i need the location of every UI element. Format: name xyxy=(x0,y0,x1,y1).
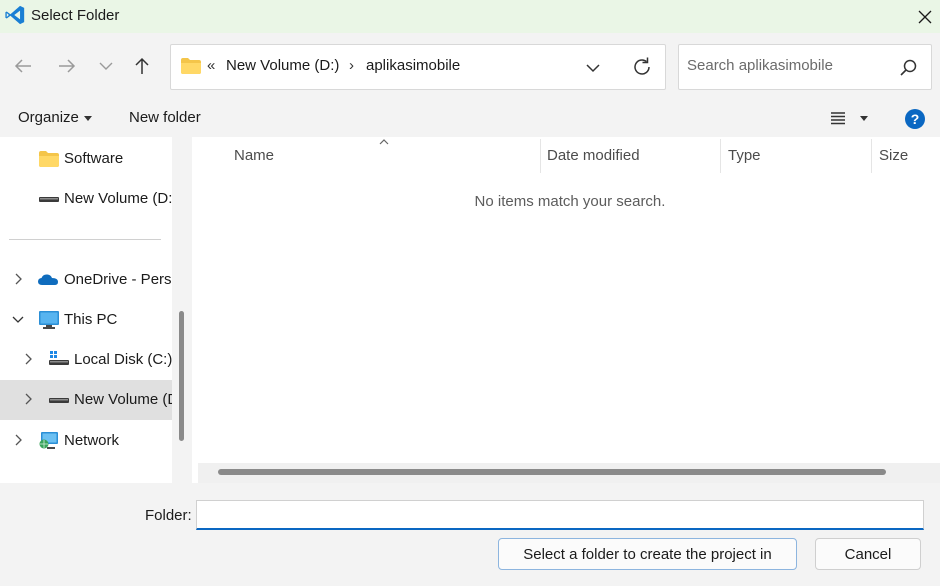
scrollbar-thumb[interactable] xyxy=(218,469,886,475)
breadcrumb-drive[interactable]: New Volume (D:) xyxy=(226,57,339,74)
refresh-icon xyxy=(634,57,650,75)
help-button[interactable]: ? xyxy=(905,109,925,129)
refresh-button[interactable] xyxy=(630,55,654,79)
system-drive-icon xyxy=(49,351,69,365)
sort-ascending-icon xyxy=(379,139,389,145)
nav-pane-scrollbar[interactable] xyxy=(172,137,192,483)
search-icon[interactable] xyxy=(897,57,919,79)
pc-icon xyxy=(39,311,59,329)
view-list-icon[interactable] xyxy=(830,111,846,125)
file-list: Name Date modified Type Size No items ma… xyxy=(192,137,940,483)
nav-item-label: New Volume (D: xyxy=(64,190,172,207)
nav-item-label: Software xyxy=(64,150,124,167)
new-folder-button[interactable]: New folder xyxy=(129,109,201,126)
address-bar[interactable]: « New Volume (D:) › aplikasimobile xyxy=(170,44,666,90)
title-bar: Select Folder xyxy=(0,0,940,33)
nav-item-network[interactable]: Network xyxy=(0,421,172,461)
scrollbar-thumb[interactable] xyxy=(179,311,184,441)
nav-item-new-volume-quick[interactable]: New Volume (D: xyxy=(0,179,172,219)
chevron-right-icon[interactable] xyxy=(12,273,24,285)
column-header-type[interactable]: Type xyxy=(728,147,761,164)
navigation-pane: Software New Volume (D: OneDrive - Perso… xyxy=(0,137,172,483)
empty-message: No items match your search. xyxy=(474,193,666,210)
column-divider[interactable] xyxy=(720,139,721,173)
drive-icon xyxy=(39,197,59,202)
close-icon xyxy=(918,10,932,23)
recent-locations-button[interactable] xyxy=(91,51,121,81)
vscode-icon xyxy=(5,5,25,25)
caret-down-icon xyxy=(84,116,92,121)
folder-icon xyxy=(181,58,201,74)
nav-item-new-volume-d[interactable]: New Volume (D xyxy=(0,380,172,420)
nav-item-label: New Volume (D xyxy=(74,391,172,408)
back-button[interactable] xyxy=(8,51,38,81)
close-button[interactable] xyxy=(910,0,940,33)
column-header-size[interactable]: Size xyxy=(879,147,908,164)
arrow-right-icon xyxy=(59,59,76,73)
onedrive-icon xyxy=(38,274,58,285)
folder-label: Folder: xyxy=(145,507,192,524)
window-title: Select Folder xyxy=(31,7,120,24)
folder-icon xyxy=(39,151,59,167)
select-folder-button[interactable]: Select a folder to create the project in xyxy=(498,538,797,570)
overflow-chevrons[interactable]: « xyxy=(207,57,215,74)
nav-item-label: Network xyxy=(64,432,120,449)
nav-item-this-pc[interactable]: This PC xyxy=(0,300,172,340)
nav-item-label: OneDrive - Perso xyxy=(64,271,172,288)
folder-input[interactable] xyxy=(196,500,924,530)
up-button[interactable] xyxy=(127,51,157,81)
chevron-right-icon[interactable] xyxy=(22,393,34,405)
address-dropdown-button[interactable] xyxy=(581,55,605,79)
nav-item-onedrive[interactable]: OneDrive - Perso xyxy=(0,260,172,300)
column-divider[interactable] xyxy=(540,139,541,173)
cancel-button[interactable]: Cancel xyxy=(815,538,921,570)
arrow-up-icon xyxy=(135,57,149,74)
nav-item-label: Local Disk (C:) xyxy=(74,351,172,368)
view-options-caret-icon[interactable] xyxy=(860,116,868,121)
search-box[interactable] xyxy=(678,44,932,90)
chevron-down-icon xyxy=(586,64,600,73)
chevron-down-icon xyxy=(99,62,113,70)
network-icon xyxy=(39,432,58,449)
nav-item-label: This PC xyxy=(64,311,118,328)
navigation-bar: « New Volume (D:) › aplikasimobile xyxy=(0,33,940,97)
chevron-right-icon[interactable] xyxy=(22,353,34,365)
arrow-left-icon xyxy=(14,59,31,73)
chevron-down-icon[interactable] xyxy=(12,313,24,325)
breadcrumb-separator[interactable]: › xyxy=(349,57,354,74)
column-header-name[interactable]: Name xyxy=(234,147,274,164)
search-input[interactable] xyxy=(687,57,887,74)
organize-button[interactable]: Organize xyxy=(18,109,79,126)
breadcrumb-current-folder[interactable]: aplikasimobile xyxy=(366,57,460,74)
column-header-date-modified[interactable]: Date modified xyxy=(547,147,640,164)
drive-icon xyxy=(49,398,69,403)
command-bar: Organize New folder xyxy=(0,97,940,137)
nav-divider xyxy=(9,239,161,240)
chevron-right-icon[interactable] xyxy=(12,434,24,446)
nav-item-software[interactable]: Software xyxy=(0,139,172,179)
file-list-horizontal-scrollbar[interactable] xyxy=(198,463,940,483)
column-divider[interactable] xyxy=(871,139,872,173)
nav-item-local-disk-c[interactable]: Local Disk (C:) xyxy=(0,340,172,380)
forward-button[interactable] xyxy=(52,51,82,81)
